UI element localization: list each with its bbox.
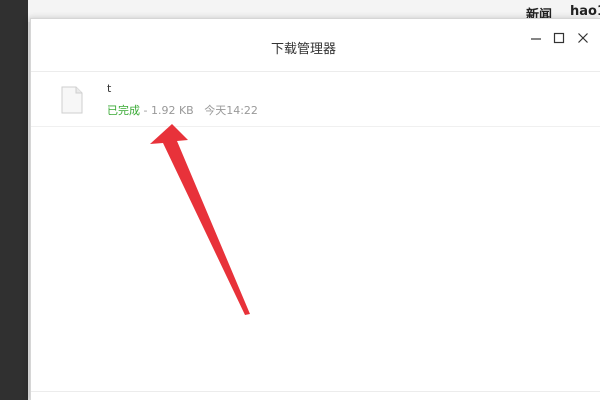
title-bar[interactable]: 下载管理器 xyxy=(31,19,600,72)
download-time: 今天14:22 xyxy=(204,104,258,117)
file-meta: 已完成 - 1.92 KB 今天14:22 xyxy=(107,102,258,118)
minimize-button[interactable] xyxy=(527,29,545,47)
background-left-panel xyxy=(0,0,28,400)
bottom-bar xyxy=(31,391,600,400)
close-button[interactable] xyxy=(574,29,592,47)
close-icon xyxy=(578,33,588,43)
maximize-icon xyxy=(553,32,565,44)
maximize-button[interactable] xyxy=(550,29,568,47)
file-icon xyxy=(61,86,83,114)
window-title: 下载管理器 xyxy=(271,42,337,57)
file-name[interactable]: t xyxy=(107,82,111,95)
download-status: 已完成 xyxy=(107,104,140,117)
download-item[interactable]: t 已完成 - 1.92 KB 今天14:22 xyxy=(31,72,600,127)
background-link-hao[interactable]: hao1 xyxy=(570,4,600,19)
minimize-icon xyxy=(531,38,541,40)
download-manager-window: 下载管理器 t 已完成 - 1.92 KB 今天14:22 xyxy=(30,18,600,400)
meta-separator: - xyxy=(140,104,151,117)
file-size: 1.92 KB xyxy=(150,104,194,117)
